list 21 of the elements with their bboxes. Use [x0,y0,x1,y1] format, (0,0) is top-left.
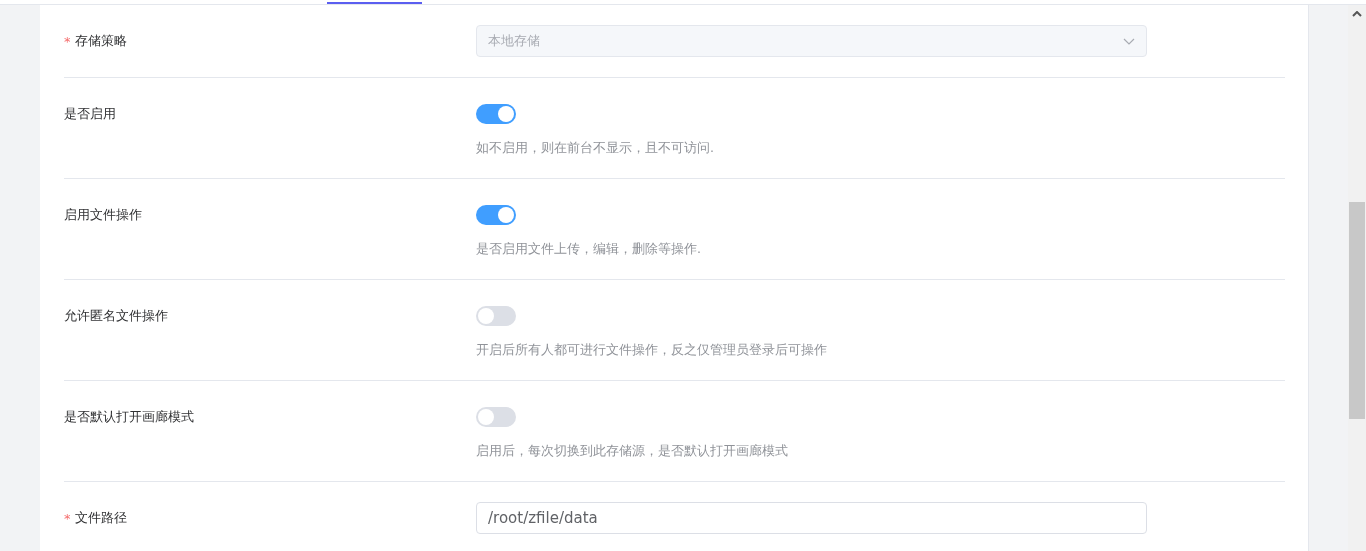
field-label: 启用文件操作 [64,206,142,224]
toggle-switch[interactable] [476,205,516,225]
scrollbar-thumb[interactable] [1349,202,1365,419]
field-label: 是否启用 [64,105,116,123]
toggle-switch[interactable] [476,104,516,124]
scroll-up-icon[interactable] [1352,11,1362,17]
toggle-switch[interactable] [476,407,516,427]
field-hint: 如不启用，则在前台不显示，且不可访问. [476,139,715,157]
field-hint: 启用后，每次切换到此存储源，是否默认打开画廊模式 [476,442,789,460]
path-input-field[interactable]: /root/zfile/data [476,502,1147,534]
scrollbar[interactable] [1348,5,1366,551]
chevron-down-icon [1123,37,1135,45]
field-hint: 是否启用文件上传，编辑，删除等操作. [476,240,702,258]
field-hint: 开启后所有人都可进行文件操作，反之仅管理员登录后可操作 [476,341,828,359]
field-label: 是否默认打开画廊模式 [64,408,194,426]
required-mark: * [64,510,71,526]
field-label: 文件路径 [74,509,127,527]
toggle-switch[interactable] [476,306,516,326]
field-label: 存储策略 [74,32,127,50]
required-mark: * [64,33,71,49]
field-label: 允许匿名文件操作 [64,307,168,325]
